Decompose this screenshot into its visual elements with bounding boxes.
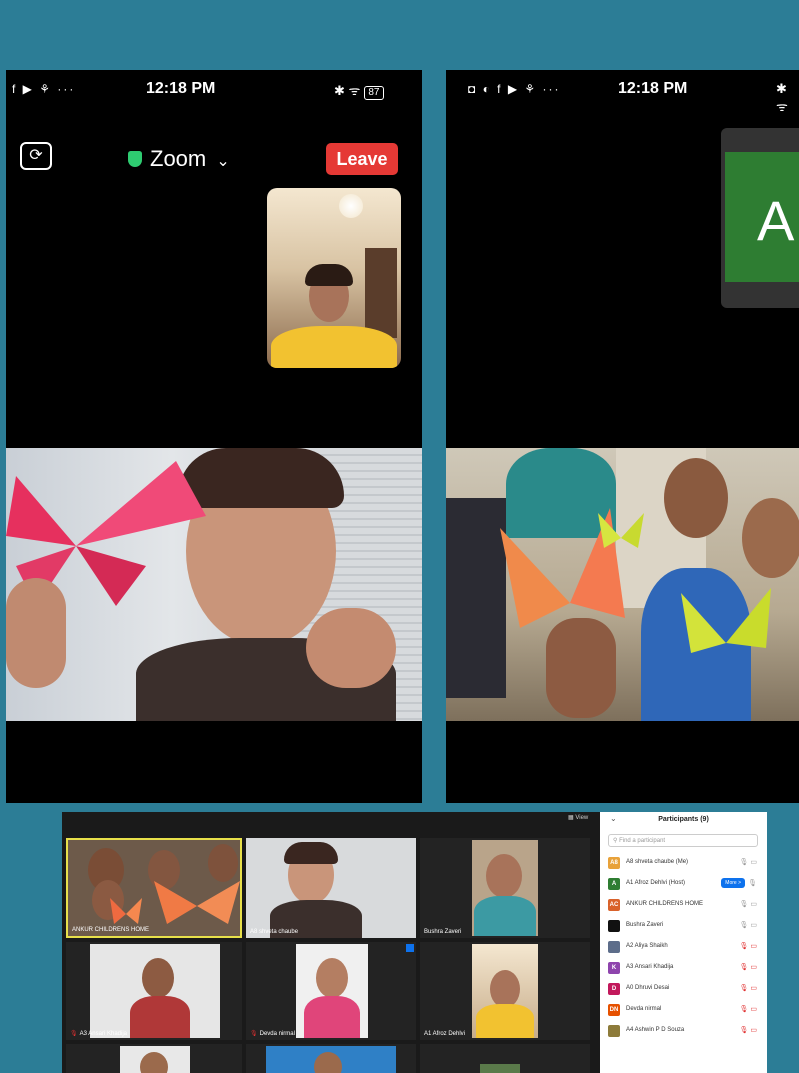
gallery-tile[interactable]: A1 Afroz Dehlvi <box>420 942 590 1040</box>
participant-name: ANKUR CHILDRENS HOME <box>72 927 150 933</box>
gallery-tile[interactable]: 🎙 Devda nirmal <box>246 942 416 1040</box>
participant-row[interactable]: A8 A8 shveta chaube (Me) 🎙 ▭ <box>606 854 761 872</box>
muted-mic-icon[interactable]: 🎙 ▭ <box>740 942 757 950</box>
status-time: 12:18 PM <box>146 80 216 97</box>
shelf <box>365 248 397 338</box>
participant-row[interactable]: Bushra Zaveri 🎙 ▭ <box>606 917 761 935</box>
mic-icon[interactable]: 🎙 ▭ <box>740 858 757 866</box>
children-video-feed <box>446 448 799 721</box>
avatar <box>608 920 620 932</box>
yellow-top <box>271 326 397 368</box>
participant-avatar-tile[interactable]: A <box>721 128 799 308</box>
mic-icon[interactable]: 🎙 ▭ <box>740 900 757 908</box>
left-phone-screen: f ▶ ⚘ ··· 12:18 PM ✱ ᯤ 87 ⟳ Zoom ⌄ Leave <box>6 70 422 803</box>
child-hand <box>546 618 616 718</box>
desktop-zoom-window: ▦ View ANKUR CHILDRENS HOME A8 shveta ch… <box>62 812 767 1073</box>
search-icon: ⚲ <box>613 838 618 844</box>
gallery-tile[interactable] <box>66 1044 242 1073</box>
chevron-down-icon: ⌄ <box>216 153 230 170</box>
view-button[interactable]: ▦ View <box>568 814 588 821</box>
meeting-title[interactable]: Zoom ⌄ <box>128 146 230 172</box>
gallery-tile[interactable]: 🎙 A3 Ansari Khadija <box>66 942 242 1040</box>
status-bar: ◘ ◐ f ▶ ⚘ ··· 12:18 PM ✱ ᯤ <box>446 70 799 114</box>
participant-name: A3 Ansari Khadija <box>626 964 674 970</box>
tile-badge <box>406 944 414 952</box>
participants-panel: ⌄ Participants (9) ⚲ Find a participant … <box>600 812 767 1073</box>
bluetooth-wifi-icon: ✱ ᯤ <box>334 83 361 98</box>
muted-mic-icon: 🎙 <box>70 1031 78 1037</box>
participant-name: A8 shveta chaube <box>250 929 299 935</box>
participant-name: A2 Aliya Shaikh <box>626 943 668 949</box>
participant-name: Bushra Zaveri <box>424 929 462 935</box>
presenter-hand <box>306 608 396 688</box>
participant-name: A1 Afroz Dehlvi <box>424 1031 466 1037</box>
gallery-tile[interactable]: A8 shveta chaube <box>246 838 416 938</box>
gallery-tile[interactable]: ANKUR CHILDRENS HOME <box>66 838 242 938</box>
avatar: A <box>608 878 620 890</box>
self-view-thumbnail[interactable] <box>267 188 401 368</box>
participant-row[interactable]: A2 Aliya Shaikh 🎙 ▭ <box>606 938 761 956</box>
muted-mic-icon[interactable]: 🎙 ▭ <box>740 963 757 971</box>
right-phone-screen: ◘ ◐ f ▶ ⚘ ··· 12:18 PM ✱ ᯤ A <box>446 70 799 803</box>
ceiling-light <box>339 194 363 218</box>
avatar: AC <box>608 899 620 911</box>
participant-name: A0 Dhruvi Desai <box>626 985 670 991</box>
participant-name: Devda nirmal <box>626 1006 662 1012</box>
leave-button[interactable]: Leave <box>326 143 398 175</box>
participant-row[interactable]: D A0 Dhruvi Desai 🎙 ▭ <box>606 980 761 998</box>
notification-icons: f ▶ ⚘ ··· <box>12 82 76 96</box>
main-video-feed <box>6 448 422 721</box>
status-bar: f ▶ ⚘ ··· 12:18 PM ✱ ᯤ 87 <box>6 70 422 110</box>
child-face-2 <box>742 498 799 578</box>
battery-icon: 87 <box>364 86 384 100</box>
avatar: K <box>608 962 620 974</box>
avatar: D <box>608 983 620 995</box>
mic-icon[interactable]: 🎙 <box>748 879 757 887</box>
participant-row[interactable]: A4 Ashwin P D Souza 🎙 ▭ <box>606 1022 761 1040</box>
app-title: Zoom <box>150 146 207 171</box>
participant-name: 🎙 Devda nirmal <box>250 1031 295 1037</box>
gallery-tile[interactable] <box>246 1044 416 1073</box>
more-button[interactable]: More > <box>721 878 745 888</box>
small-yellow-butterfly <box>598 513 644 548</box>
participant-row[interactable]: AC ANKUR CHILDRENS HOME 🎙 ▭ <box>606 896 761 914</box>
camera-switch-icon[interactable]: ⟳ <box>20 142 52 170</box>
participant-row[interactable]: K A3 Ansari Khadija 🎙 ▭ <box>606 959 761 977</box>
avatar <box>608 1025 620 1037</box>
participant-row[interactable]: A A1 Afroz Dehlvi (Host) More > 🎙 <box>606 875 761 893</box>
muted-mic-icon[interactable]: 🎙 ▭ <box>740 984 757 992</box>
child-face-1 <box>664 458 728 538</box>
participant-name: A8 shveta chaube (Me) <box>626 859 689 865</box>
yellow-paper-butterfly <box>681 588 771 653</box>
gallery-tile[interactable] <box>420 1044 590 1073</box>
muted-mic-icon[interactable]: 🎙 ▭ <box>740 1005 757 1013</box>
bluetooth-wifi-icon: ✱ ᯤ <box>776 81 788 114</box>
gallery-tile[interactable]: Bushra Zaveri <box>420 838 590 938</box>
participant-name: 🎙 A3 Ansari Khadija <box>70 1031 127 1037</box>
participant-name: A4 Ashwin P D Souza <box>626 1027 685 1033</box>
avatar: DN <box>608 1004 620 1016</box>
participant-name: ANKUR CHILDRENS HOME <box>626 901 704 907</box>
avatar: A8 <box>608 857 620 869</box>
left-hand <box>6 578 66 688</box>
participant-search-input[interactable]: ⚲ Find a participant <box>608 834 758 847</box>
mic-icon[interactable]: 🎙 ▭ <box>740 921 757 929</box>
avatar <box>608 941 620 953</box>
notification-icons: ◘ ◐ f ▶ ⚘ ··· <box>468 82 561 96</box>
muted-mic-icon[interactable]: 🎙 ▭ <box>740 1026 757 1034</box>
participant-name: Bushra Zaveri <box>626 922 664 928</box>
hair <box>305 264 353 286</box>
participants-title: Participants (9) <box>658 816 709 823</box>
orange-paper-butterfly <box>154 881 240 924</box>
participant-row[interactable]: DN Devda nirmal 🎙 ▭ <box>606 1001 761 1019</box>
shield-check-icon <box>128 151 142 167</box>
participant-name: A1 Afroz Dehlvi (Host) <box>626 880 686 886</box>
muted-mic-icon: 🎙 <box>250 1031 258 1037</box>
avatar-letter: A <box>757 189 795 252</box>
status-time: 12:18 PM <box>618 80 688 97</box>
